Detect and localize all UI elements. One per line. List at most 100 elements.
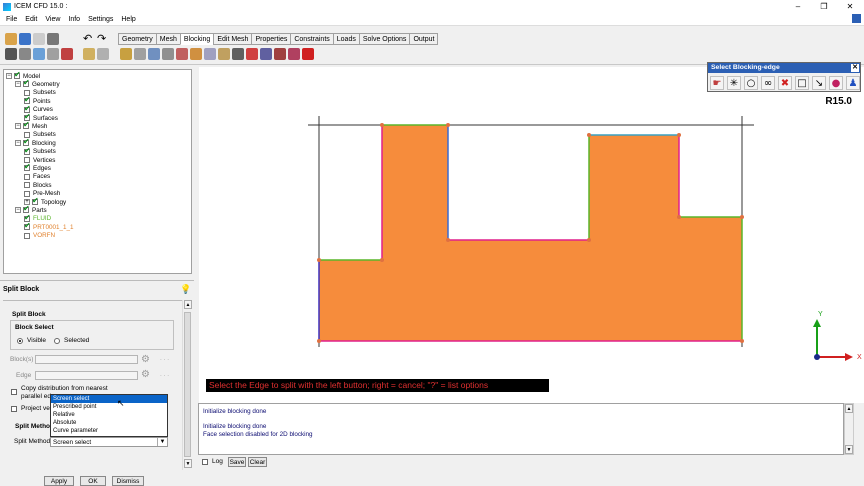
shade-icon[interactable] bbox=[83, 48, 95, 60]
scroll-thumb[interactable] bbox=[184, 312, 191, 457]
help-icon[interactable]: 💡 bbox=[180, 284, 191, 295]
blocking-geometry[interactable]: Y X bbox=[199, 67, 864, 403]
collapse-icon[interactable]: − bbox=[15, 140, 21, 147]
radio-selected[interactable] bbox=[54, 338, 60, 344]
tab-blocking[interactable]: Blocking bbox=[179, 33, 214, 45]
print-icon[interactable] bbox=[33, 33, 45, 45]
scroll-up-icon[interactable]: ▲ bbox=[184, 300, 192, 309]
zoom-box-icon[interactable] bbox=[33, 48, 45, 60]
tree-item[interactable]: − Geometry bbox=[15, 78, 60, 88]
edit-block-icon[interactable] bbox=[162, 48, 174, 60]
log-checkbox[interactable] bbox=[202, 459, 208, 465]
vertex[interactable] bbox=[587, 133, 591, 137]
blocking-misc-icon[interactable] bbox=[274, 48, 286, 60]
tree-checkbox[interactable] bbox=[24, 232, 30, 239]
vertex[interactable] bbox=[740, 339, 744, 343]
apply-button[interactable]: Apply bbox=[44, 476, 74, 486]
select-cancel-icon[interactable]: ✖ bbox=[778, 76, 792, 90]
tree-item[interactable]: − Parts bbox=[15, 204, 47, 214]
vertex[interactable] bbox=[317, 339, 321, 343]
collapse-icon[interactable]: − bbox=[15, 207, 21, 214]
option-absolute[interactable]: Absolute bbox=[51, 419, 167, 427]
tab-solve-options[interactable]: Solve Options bbox=[358, 33, 410, 45]
blocks-input[interactable] bbox=[35, 355, 138, 364]
tree-checkbox[interactable] bbox=[32, 196, 39, 205]
delete-icon[interactable] bbox=[302, 48, 314, 60]
tree-item[interactable]: − Blocking bbox=[15, 137, 56, 147]
redo-icon[interactable]: ↷ bbox=[97, 33, 109, 45]
option-curve-parameter[interactable]: Curve parameter bbox=[51, 427, 167, 435]
fit-icon[interactable] bbox=[5, 48, 17, 60]
maximize-button[interactable]: ❐ bbox=[810, 0, 838, 13]
tree-checkbox[interactable] bbox=[24, 146, 31, 155]
clear-button[interactable]: Clear bbox=[248, 457, 267, 467]
tree-item[interactable]: VORFN bbox=[24, 232, 55, 240]
import-icon[interactable] bbox=[47, 33, 59, 45]
vertex[interactable] bbox=[587, 238, 591, 242]
panel-scrollbar[interactable]: ▲ ▼ bbox=[182, 300, 192, 470]
tree-checkbox[interactable] bbox=[24, 190, 30, 197]
tab-properties[interactable]: Properties bbox=[251, 33, 291, 45]
delete-block-icon[interactable] bbox=[260, 48, 272, 60]
tree-checkbox[interactable] bbox=[23, 78, 30, 88]
split-method-select[interactable]: Screen select ▼ bbox=[50, 437, 168, 447]
tree-item[interactable]: Blocks bbox=[24, 181, 52, 189]
save-icon[interactable] bbox=[19, 33, 31, 45]
tree-checkbox[interactable] bbox=[24, 182, 30, 189]
merge-vertices-icon[interactable] bbox=[148, 48, 160, 60]
save-button[interactable]: Save bbox=[228, 457, 246, 467]
tree-checkbox[interactable] bbox=[24, 162, 31, 172]
popup-close-icon[interactable]: ✕ bbox=[851, 64, 859, 72]
copy-distribution-checkbox[interactable] bbox=[11, 389, 17, 395]
tab-mesh[interactable]: Mesh bbox=[155, 33, 180, 45]
vertex[interactable] bbox=[677, 215, 681, 219]
tree-item[interactable]: − Mesh bbox=[15, 120, 47, 130]
edit-edge-icon[interactable] bbox=[218, 48, 230, 60]
create-block-icon[interactable] bbox=[120, 48, 132, 60]
message-scrollbar[interactable]: ▲ ▼ bbox=[844, 403, 854, 455]
associate-icon[interactable] bbox=[176, 48, 188, 60]
extrude-icon[interactable] bbox=[288, 48, 300, 60]
select-circle-icon[interactable]: ○ bbox=[744, 76, 758, 90]
vertex[interactable] bbox=[446, 238, 450, 242]
move-vertex-icon[interactable] bbox=[190, 48, 202, 60]
split-block-icon[interactable] bbox=[134, 48, 146, 60]
tree-item[interactable]: +Topology bbox=[24, 196, 66, 206]
collapse-icon[interactable]: − bbox=[15, 123, 21, 130]
check-block-icon[interactable] bbox=[246, 48, 258, 60]
pin-icon[interactable] bbox=[852, 14, 861, 23]
collapse-icon[interactable]: − bbox=[15, 81, 21, 88]
chevron-down-icon[interactable]: ▼ bbox=[157, 438, 167, 446]
wireframe-icon[interactable] bbox=[97, 48, 109, 60]
open-icon[interactable] bbox=[5, 33, 17, 45]
radio-visible[interactable] bbox=[17, 338, 23, 344]
vertex[interactable] bbox=[446, 123, 450, 127]
select-box-icon[interactable]: □ bbox=[795, 76, 809, 90]
tree-checkbox[interactable] bbox=[24, 221, 31, 231]
select-user-icon[interactable]: ♟ bbox=[846, 76, 860, 90]
option-relative[interactable]: Relative bbox=[51, 411, 167, 419]
graphics-viewport[interactable]: Y X bbox=[199, 67, 864, 403]
dismiss-button[interactable]: Dismiss bbox=[112, 476, 144, 486]
blocks-more[interactable]: . . . bbox=[160, 355, 169, 362]
tab-edit-mesh[interactable]: Edit Mesh bbox=[213, 33, 252, 45]
scroll-down-icon[interactable]: ▼ bbox=[184, 459, 192, 468]
edge-more[interactable]: . . . bbox=[160, 371, 169, 378]
select-star-icon[interactable]: ✳ bbox=[727, 76, 741, 90]
select-glasses-icon[interactable]: ∞ bbox=[761, 76, 775, 90]
menu-view[interactable]: View bbox=[45, 16, 60, 23]
menu-help[interactable]: Help bbox=[121, 16, 135, 23]
edge-input[interactable] bbox=[35, 371, 138, 380]
tree-item[interactable]: Subsets bbox=[24, 146, 56, 156]
vertex[interactable] bbox=[677, 133, 681, 137]
select-edge-icon[interactable]: ⚙ bbox=[141, 369, 150, 380]
collapse-icon[interactable]: − bbox=[6, 73, 12, 79]
tree-item[interactable]: Faces bbox=[24, 173, 50, 181]
select-parts-icon[interactable]: ● bbox=[829, 76, 843, 90]
vertex[interactable] bbox=[740, 215, 744, 219]
select-blocks-icon[interactable]: ⚙ bbox=[141, 354, 150, 365]
option-prescribed-point[interactable]: Prescribed point bbox=[51, 403, 167, 411]
zoom-icon[interactable] bbox=[19, 48, 31, 60]
tab-geometry[interactable]: Geometry bbox=[118, 33, 156, 45]
tree-item[interactable]: Pre-Mesh bbox=[24, 190, 60, 198]
